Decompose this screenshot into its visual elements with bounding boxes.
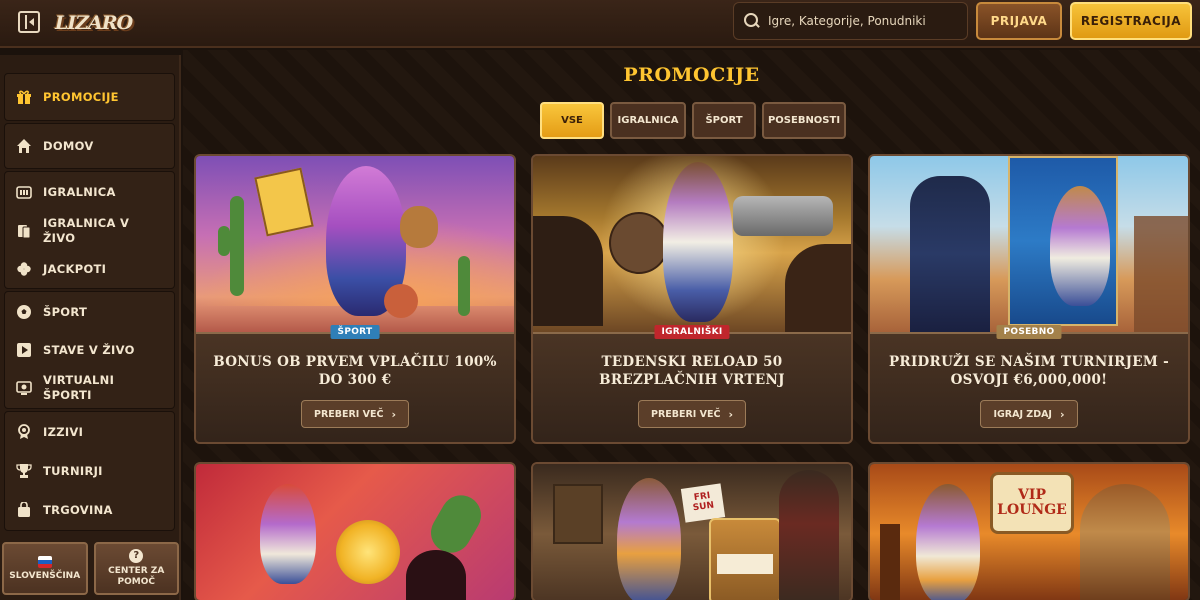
help-center-label: CENTER ZA POMOČ (108, 566, 165, 587)
chevron-right-icon: › (728, 407, 733, 421)
medal-icon (15, 423, 33, 441)
search-input[interactable] (768, 14, 958, 28)
promo-card[interactable]: POSEBNO PRIDRUŽI SE NAŠIM TURNIRJEM - OS… (868, 154, 1190, 444)
sidebar-item-izzivi[interactable]: IZZIVI (5, 412, 174, 452)
lizard-mascot-image (916, 484, 980, 600)
live-cards-icon (15, 222, 33, 240)
nav-group-casino: IGRALNICA IGRALNICA V ŽIVO JACKPOTI (4, 171, 175, 289)
nav-group-extras: IZZIVI TURNIRJI TRGOVINA (4, 411, 175, 531)
nav-group-promotions: PROMOCIJE (4, 73, 175, 121)
sidebar-item-label: IZZIVI (43, 424, 84, 439)
register-button[interactable]: REGISTRACIJA (1070, 2, 1192, 40)
promo-card-image: FRI SUN (533, 464, 851, 600)
promo-card[interactable]: ŠPORT BONUS OB PRVEM VPLAČILU 100% DO 30… (194, 154, 516, 444)
main-content: PROMOCIJE VSE IGRALNICA ŠPORT POSEBNOSTI… (183, 50, 1200, 600)
virtual-sports-icon (15, 379, 33, 397)
gift-icon (15, 88, 33, 106)
nav-group-home: DOMOV (4, 123, 175, 169)
sidebar-item-turnirji[interactable]: TURNIRJI (5, 452, 174, 490)
promo-filter-tabs: VSE IGRALNICA ŠPORT POSEBNOSTI (540, 102, 846, 139)
top-header: LIZARO PRIJAVA REGISTRACIJA (0, 0, 1200, 48)
filter-casino[interactable]: IGRALNICA (610, 102, 686, 139)
lizard-mascot-image (1050, 186, 1110, 306)
sidebar-item-virtualni-sporti[interactable]: VIRTUALNI ŠPORTI (5, 368, 174, 408)
lizard-mascot-image (663, 162, 733, 322)
read-more-button[interactable]: PREBERI VEČ › (300, 400, 409, 429)
filter-all[interactable]: VSE (540, 102, 604, 139)
sidebar-item-label: JACKPOTI (43, 261, 107, 276)
lizard-mascot-image (260, 484, 316, 584)
sidebar-item-stave-v-zivo[interactable]: STAVE V ŽIVO (5, 332, 174, 368)
nav-group-sport: ŠPORT STAVE V ŽIVO VIRTUALNI ŠPORTI (4, 291, 175, 409)
sidebar-item-label: PROMOCIJE (43, 89, 119, 104)
sidebar-item-label: DOMOV (43, 138, 94, 153)
category-badge: POSEBNO (996, 325, 1062, 339)
site-logo[interactable]: LIZARO (55, 6, 133, 40)
filter-specials[interactable]: POSEBNOSTI (762, 102, 846, 139)
sidebar-item-promocije[interactable]: PROMOCIJE (5, 74, 174, 120)
promo-card-image (196, 156, 514, 332)
slot-machine-icon (15, 183, 33, 201)
trophy-icon (15, 462, 33, 480)
chevron-right-icon: › (391, 407, 396, 421)
sidebar-bottom-buttons: SLOVENŠČINA ? CENTER ZA POMOČ (2, 542, 179, 595)
promo-card-image (533, 156, 851, 332)
shopping-bag-icon (15, 501, 33, 519)
promo-card[interactable] (194, 462, 516, 600)
help-center-button[interactable]: ? CENTER ZA POMOČ (93, 542, 179, 595)
sidebar-item-igralnica[interactable]: IGRALNICA (5, 172, 174, 212)
promo-card-body: IGRALNIŠKI TEDENSKI RELOAD 50 BREZPLAČNI… (533, 325, 851, 442)
promo-card-title: BONUS OB PRVEM VPLAČILU 100% DO 300 € (213, 354, 497, 388)
promo-card-title: TEDENSKI RELOAD 50 BREZPLAČNIH VRTENJ (599, 354, 785, 388)
sidebar-item-label: TURNIRJI (43, 463, 103, 478)
promo-card[interactable]: VIP LOUNGE (868, 462, 1190, 600)
sidebar-item-label: IGRALNICA (43, 184, 116, 199)
search-box[interactable] (733, 2, 968, 40)
button-label: IGRAJ ZDAJ (993, 408, 1052, 420)
play-now-button[interactable]: IGRAJ ZDAJ › (980, 400, 1078, 429)
lizard-mascot-image (617, 478, 681, 600)
login-button[interactable]: PRIJAVA (976, 2, 1062, 40)
promo-card-body: POSEBNO PRIDRUŽI SE NAŠIM TURNIRJEM - OS… (870, 325, 1188, 442)
promo-card-image (870, 156, 1188, 332)
sidebar-item-label: STAVE V ŽIVO (43, 342, 135, 357)
play-icon (15, 341, 33, 359)
soccer-ball-icon (15, 303, 33, 321)
home-icon (15, 137, 33, 155)
filter-sport[interactable]: ŠPORT (692, 102, 756, 139)
clover-icon (15, 260, 33, 278)
promo-card-body: ŠPORT BONUS OB PRVEM VPLAČILU 100% DO 30… (196, 325, 514, 442)
sidebar-toggle-icon[interactable] (18, 11, 40, 33)
button-label: PREBERI VEČ (313, 408, 384, 420)
sidebar-item-jackpoti[interactable]: JACKPOTI (5, 250, 174, 288)
sidebar-item-label: TRGOVINA (43, 502, 113, 517)
button-label: PREBERI VEČ (650, 408, 721, 420)
read-more-button[interactable]: PREBERI VEČ › (637, 400, 746, 429)
sidebar: PROMOCIJE DOMOV IGRALNICA IGRALNICA V ŽI… (0, 55, 181, 600)
search-icon (744, 13, 760, 29)
sidebar-item-sport[interactable]: ŠPORT (5, 292, 174, 332)
promo-card[interactable]: IGRALNIŠKI TEDENSKI RELOAD 50 BREZPLAČNI… (531, 154, 853, 444)
page-title: PROMOCIJE (623, 64, 760, 86)
category-badge: IGRALNIŠKI (654, 325, 730, 339)
sidebar-item-domov[interactable]: DOMOV (5, 124, 174, 168)
sidebar-item-label: IGRALNICA V ŽIVO (43, 216, 130, 245)
promo-card-image: VIP LOUNGE (870, 464, 1188, 600)
category-badge: ŠPORT (330, 325, 380, 339)
chevron-right-icon: › (1059, 407, 1065, 421)
language-button[interactable]: SLOVENŠČINA (2, 542, 88, 595)
fri-sun-note: FRI SUN (680, 483, 726, 523)
language-label: SLOVENŠČINA (9, 570, 81, 581)
sidebar-item-label: ŠPORT (43, 304, 88, 319)
promo-card-image (196, 464, 514, 600)
help-icon: ? (129, 549, 144, 564)
promo-card[interactable]: FRI SUN (531, 462, 853, 600)
slovenia-flag-icon (37, 555, 52, 568)
sidebar-item-trgovina[interactable]: TRGOVINA (5, 490, 174, 530)
vip-lounge-sign: VIP LOUNGE (990, 472, 1074, 534)
sidebar-item-label: VIRTUALNI ŠPORTI (43, 373, 115, 402)
sidebar-item-igralnica-v-zivo[interactable]: IGRALNICA V ŽIVO (5, 212, 174, 250)
promo-card-title: PRIDRUŽI SE NAŠIM TURNIRJEM - OSVOJI €6,… (888, 354, 1170, 388)
